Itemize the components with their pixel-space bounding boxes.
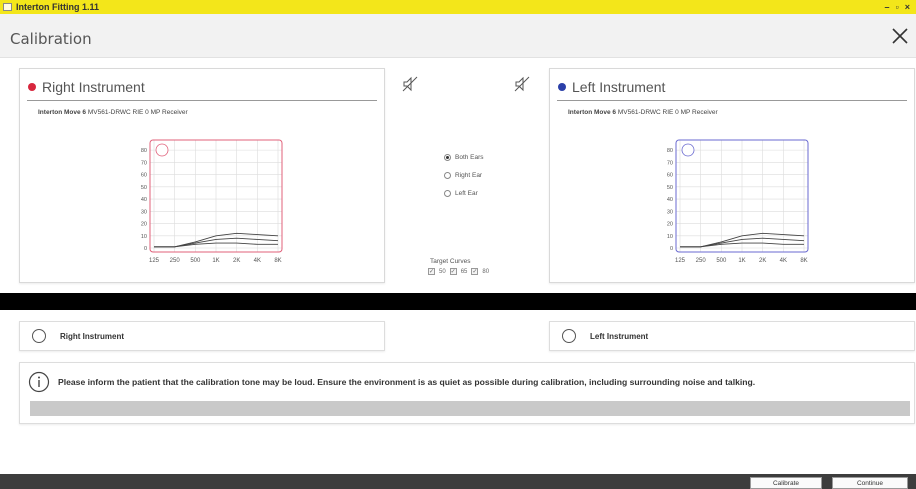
right-instrument-header: Right Instrument <box>28 79 145 95</box>
left-instrument-model: Interton Move 6 MV561-DRWC RIE 0 MP Rece… <box>568 109 718 116</box>
right-y-tick-label: 50 <box>141 185 147 191</box>
close-window-icon[interactable]: × <box>905 2 910 12</box>
left-y-tick-label: 70 <box>667 160 673 166</box>
right-model-detail: MV561-DRWC RIE 0 MP Receiver <box>87 109 188 116</box>
right-chart-info-icon <box>155 143 169 157</box>
select-left-label: Left Instrument <box>590 331 649 341</box>
right-x-tick-label: 2K <box>233 258 240 264</box>
radio-left-ear[interactable]: Left Ear <box>444 190 478 197</box>
left-instrument-header: Left Instrument <box>558 79 665 95</box>
speaker-muted-icon[interactable] <box>514 76 530 92</box>
right-model-name: Interton Move 6 <box>38 109 87 116</box>
divider <box>27 100 377 101</box>
left-x-tick-label: 2K <box>759 258 766 264</box>
left-y-tick-label: 30 <box>667 209 673 215</box>
window-titlebar: Interton Fitting 1.11 – ▫ × <box>0 0 916 14</box>
target-80-label: 80 <box>482 268 490 275</box>
left-x-tick-label: 500 <box>716 258 727 264</box>
right-y-tick-label: 20 <box>141 222 147 228</box>
radio-both-ears[interactable]: Both Ears <box>444 154 484 161</box>
radio-button[interactable] <box>444 190 451 197</box>
radio-button[interactable] <box>444 172 451 179</box>
left-y-tick-label: 60 <box>667 173 673 179</box>
left-y-tick-label: 10 <box>667 234 673 240</box>
left-chart-info-icon <box>681 143 695 157</box>
select-left-instrument[interactable]: Left Instrument <box>549 321 915 351</box>
continue-button[interactable]: Continue <box>832 477 908 489</box>
left-model-name: Interton Move 6 <box>568 109 617 116</box>
left-model-detail: MV561-DRWC RIE 0 MP Receiver <box>617 109 718 116</box>
left-y-tick-label: 20 <box>667 222 673 228</box>
target-65-label: 65 <box>460 268 468 275</box>
right-x-tick-label: 125 <box>149 258 160 264</box>
checkbox-target-50[interactable]: ✓ <box>428 268 435 275</box>
divider <box>557 100 907 101</box>
right-y-tick-label: 40 <box>141 197 147 203</box>
window-controls: – ▫ × <box>885 2 910 12</box>
maximize-icon[interactable]: ▫ <box>896 2 899 12</box>
right-instrument-model: Interton Move 6 MV561-DRWC RIE 0 MP Rece… <box>38 109 188 116</box>
target-curves-options: ✓ 50 ✓ 65 ✓ 80 <box>428 268 489 275</box>
right-y-tick-label: 80 <box>141 148 147 154</box>
select-right-instrument[interactable]: Right Instrument <box>19 321 385 351</box>
left-x-tick-label: 1K <box>738 258 745 264</box>
left-instrument-title: Left Instrument <box>572 79 666 95</box>
select-right-label: Right Instrument <box>60 331 124 341</box>
right-y-tick-label: 0 <box>144 246 147 252</box>
right-x-tick-label: 4K <box>254 258 261 264</box>
right-instrument-title: Right Instrument <box>42 79 145 95</box>
info-message: Please inform the patient that the calib… <box>58 377 756 387</box>
left-x-tick-label: 250 <box>696 258 707 264</box>
right-x-tick-label: 250 <box>170 258 181 264</box>
radio-label: Both Ears <box>455 154 484 161</box>
target-50-label: 50 <box>439 268 446 275</box>
footer-bar: Calibrate Continue <box>0 474 916 489</box>
calibrate-button[interactable]: Calibrate <box>750 477 822 489</box>
page-title: Calibration <box>10 30 92 48</box>
center-controls: Both Ears Right Ear Left Ear Target Curv… <box>396 68 546 283</box>
page-header: Calibration <box>0 14 916 58</box>
radio-label: Right Ear <box>455 172 483 179</box>
right-x-tick-label: 1K <box>212 258 219 264</box>
left-y-tick-label: 40 <box>667 197 673 203</box>
info-icon <box>28 371 50 393</box>
left-instrument-dot <box>558 83 566 91</box>
left-x-tick-label: 125 <box>675 258 686 264</box>
minimize-icon[interactable]: – <box>885 2 890 12</box>
radio-right-ear[interactable]: Right Ear <box>444 172 482 179</box>
target-curves-label: Target Curves <box>430 258 471 265</box>
right-x-tick-label: 8K <box>274 258 281 264</box>
right-y-tick-label: 70 <box>141 160 147 166</box>
radio-label: Left Ear <box>455 190 478 197</box>
right-x-tick-label: 500 <box>190 258 201 264</box>
left-y-tick-label: 50 <box>667 185 673 191</box>
right-instrument-dot <box>28 83 36 91</box>
calibration-progress-bar <box>30 401 910 416</box>
right-y-tick-label: 60 <box>141 173 147 179</box>
right-y-tick-label: 10 <box>141 234 147 240</box>
app-icon <box>3 3 12 11</box>
radio-button[interactable] <box>562 329 576 343</box>
left-y-tick-label: 80 <box>667 148 673 154</box>
close-icon[interactable] <box>890 26 910 46</box>
speaker-muted-icon[interactable] <box>402 76 418 92</box>
checkbox-target-80[interactable]: ✓ <box>471 268 479 275</box>
right-gain-chart: 125 250 500 1K 2K 4K 8K 80 70 60 50 40 30 20 10 0 <box>141 139 283 264</box>
left-x-tick-label: 4K <box>780 258 787 264</box>
left-x-tick-label: 8K <box>800 258 807 264</box>
left-y-tick-label: 0 <box>670 246 673 252</box>
radio-button[interactable] <box>444 154 451 161</box>
window-title: Interton Fitting 1.11 <box>16 2 100 12</box>
left-gain-chart: 125 250 500 1K 2K 4K 8K 80 70 60 50 40 30 20 10 0 <box>667 139 809 264</box>
right-y-tick-label: 30 <box>141 209 147 215</box>
info-box: Please inform the patient that the calib… <box>19 362 915 424</box>
divider-band <box>0 293 916 310</box>
checkbox-target-65[interactable]: ✓ <box>449 268 457 275</box>
radio-button[interactable] <box>32 329 46 343</box>
